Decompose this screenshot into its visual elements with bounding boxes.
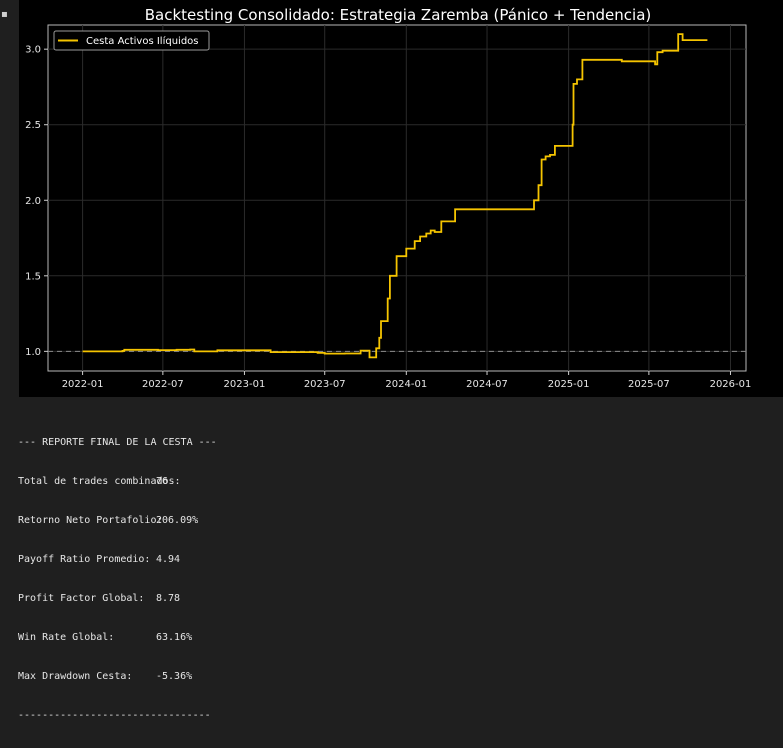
stat-row: Retorno Neto Portafolio:206.09% — [18, 514, 718, 527]
x-tick-label: 2024-07 — [466, 379, 508, 390]
plot-area — [47, 24, 747, 372]
x-tick-label: 2022-01 — [62, 379, 104, 390]
chart-title: Backtesting Consolidado: Estrategia Zare… — [145, 6, 652, 24]
x-axis: 2022-01 2022-07 2023-01 2023-07 2024-01 2024-… — [62, 371, 752, 390]
legend: Cesta Activos Ilíquidos — [53, 30, 210, 51]
stat-label: Win Rate Global: — [18, 632, 115, 643]
y-tick-label: 2.0 — [25, 196, 41, 207]
y-tick-label: 2.5 — [25, 120, 41, 131]
report-header: --- REPORTE FINAL DE LA CESTA --- — [18, 437, 217, 448]
stat-value: 206.09% — [156, 515, 199, 526]
stat-row: Win Rate Global: 63.16% — [18, 631, 718, 644]
report-footer: -------------------------------- — [18, 710, 211, 721]
chart-figure: Backtesting Consolidado: Estrategia Zare… — [19, 0, 783, 397]
x-tick-label: 2023-07 — [304, 379, 346, 390]
x-tick-label: 2022-07 — [142, 379, 184, 390]
stat-label: Max Drawdown Cesta: — [18, 671, 133, 682]
x-tick-label: 2024-01 — [385, 379, 427, 390]
legend-label: Cesta Activos Ilíquidos — [86, 35, 199, 47]
stat-row: Max Drawdown Cesta: -5.36% — [18, 670, 718, 683]
stat-row: Total de trades combinados:76 — [18, 475, 718, 488]
stat-row: Payoff Ratio Promedio: 4.94 — [18, 553, 718, 566]
stat-row: Profit Factor Global: 8.78 — [18, 592, 718, 605]
y-tick-label: 1.0 — [25, 347, 41, 358]
x-tick-label: 2026-01 — [710, 379, 752, 390]
output-collapse-icon[interactable]: ▪ — [1, 10, 8, 20]
y-tick-label: 1.5 — [25, 271, 41, 282]
line-chart: Backtesting Consolidado: Estrategia Zare… — [25, 6, 752, 390]
stat-value: 76 — [156, 476, 169, 487]
stat-value: 8.78 — [156, 593, 181, 604]
report-output: --- REPORTE FINAL DE LA CESTA --- Total … — [18, 410, 718, 748]
stat-value: -5.36% — [156, 671, 193, 682]
y-axis: 1.0 1.5 2.0 2.5 3.0 — [25, 45, 48, 358]
x-tick-label: 2025-07 — [628, 379, 670, 390]
notebook-output: ▪ Backtesting Consolidado: Estrategia Za… — [0, 0, 783, 721]
stat-label: Payoff Ratio Promedio: — [18, 554, 151, 565]
y-tick-label: 3.0 — [25, 45, 41, 56]
x-tick-label: 2025-01 — [548, 379, 590, 390]
stat-label: Retorno Neto Portafolio: — [18, 515, 163, 526]
stat-value: 4.94 — [156, 554, 181, 565]
stat-label: Total de trades combinados: — [18, 476, 181, 487]
stat-label: Profit Factor Global: — [18, 593, 145, 604]
stat-value: 63.16% — [156, 632, 193, 643]
x-tick-label: 2023-01 — [224, 379, 266, 390]
